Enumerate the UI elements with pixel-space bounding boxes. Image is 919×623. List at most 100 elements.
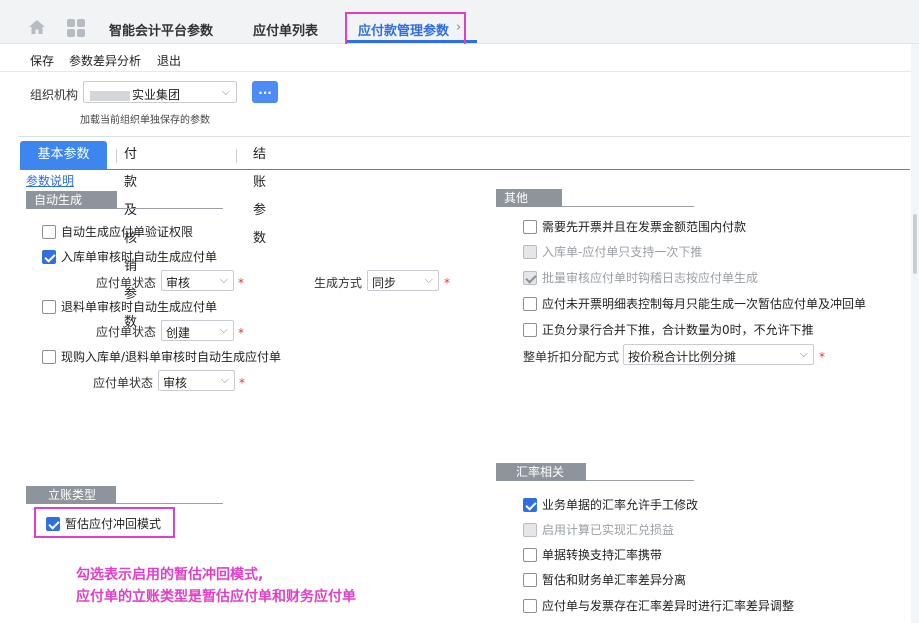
annotation-text-line2: 应付单的立账类型是暂估应付单和财务应付单: [76, 589, 356, 605]
subtab-payment-params[interactable]: 付款及核销参数: [124, 141, 137, 330]
action-toolbar: 保存 参数差异分析 退出: [0, 44, 919, 72]
chevron-down-icon: ⌵: [799, 347, 808, 360]
chevron-down-icon: ⌵: [219, 323, 228, 336]
option-label: 单据转换支持汇率携带: [542, 548, 663, 562]
field-label-discount: 整单折扣分配方式: [523, 350, 620, 364]
subtab-basic-params[interactable]: 基本参数: [20, 141, 107, 169]
annotation-text-line1: 勾选表示启用的暂估冲回模式,: [76, 567, 264, 583]
checkbox[interactable]: [523, 547, 537, 562]
save-button[interactable]: 保存: [30, 52, 54, 69]
option-realized-fx-gain: 启用计算已实现汇兑损益: [523, 521, 674, 538]
param-diff-analysis-button[interactable]: 参数差异分析: [69, 52, 141, 69]
section-divider: [562, 206, 694, 207]
checkbox[interactable]: [523, 322, 537, 337]
section-divider: [586, 480, 694, 481]
checkbox-disabled-checked: [523, 270, 537, 285]
section-divider: [116, 503, 223, 504]
status-select-receipt[interactable]: 审核 ⌵: [161, 270, 234, 291]
home-icon[interactable]: [28, 18, 46, 36]
annotation-highlight-box: [34, 507, 175, 538]
required-mark: *: [819, 350, 825, 364]
annotation-highlight-tab: [345, 12, 466, 47]
required-mark: *: [239, 376, 245, 390]
checkbox[interactable]: [523, 572, 537, 587]
option-label: 现购入库单/退料单审核时自动生成应付单: [61, 350, 282, 364]
option-auto-verify-permission[interactable]: 自动生成应付单验证权限: [42, 223, 193, 240]
checkbox-disabled: [523, 522, 537, 537]
select-value: 审核: [163, 376, 188, 390]
chevron-down-icon: ⌵: [424, 273, 433, 286]
option-label: 入库单审核时自动生成应付单: [61, 250, 218, 264]
option-uninvoiced-monthly-control[interactable]: 应付未开票明细表控制每月只能生成一次暂估应付单及冲回单: [523, 295, 866, 312]
checkbox-checked[interactable]: [523, 497, 537, 512]
section-exchange-rate-title: 汇率相关: [496, 463, 586, 481]
option-rate-carry-over[interactable]: 单据转换支持汇率携带: [523, 546, 662, 563]
checkbox[interactable]: [42, 299, 56, 314]
section-other-title: 其他: [496, 189, 562, 207]
option-label: 入库单-应付单只支持一次下推: [542, 245, 703, 259]
org-select[interactable]: 实业集团 ⌵: [83, 81, 237, 103]
option-auto-on-return[interactable]: 退料单审核时自动生成应付单: [42, 298, 217, 315]
discount-method-select[interactable]: 按价税合计比例分摊 ⌵: [623, 344, 814, 365]
option-label: 应付未开票明细表控制每月只能生成一次暂估应付单及冲回单: [542, 297, 867, 311]
option-auto-on-cash-purchase[interactable]: 现购入库单/退料单审核时自动生成应付单: [42, 348, 281, 365]
org-hint-text: 加载当前组织单独保存的参数: [80, 115, 210, 126]
select-value: 创建: [166, 326, 191, 340]
exit-button[interactable]: 退出: [157, 52, 181, 69]
subtab-divider: [116, 149, 117, 163]
method-select[interactable]: 同步 ⌵: [367, 270, 439, 291]
option-label: 退料单审核时自动生成应付单: [61, 300, 218, 314]
select-value: 审核: [166, 276, 191, 290]
tab-payable-list[interactable]: 应付单列表: [253, 20, 318, 39]
section-divider: [117, 208, 223, 209]
option-label: 需要先开票并且在发票金额范围内付款: [542, 220, 747, 234]
chevron-down-icon: ⌵: [221, 85, 230, 98]
option-rate-diff-separation[interactable]: 暂估和财务单汇率差异分离: [523, 571, 686, 588]
checkbox-disabled: [523, 244, 537, 259]
option-merge-entries-push[interactable]: 正负分录行合并下推，合计数量为0时，不允许下推: [523, 321, 814, 338]
option-auto-on-receipt[interactable]: 入库单审核时自动生成应付单: [42, 248, 217, 265]
chevron-down-icon: ⌵: [219, 273, 228, 286]
tab-accounting-platform-params[interactable]: 智能会计平台参数: [109, 20, 213, 39]
field-label-status: 应付单状态: [96, 276, 157, 290]
field-label-status: 应付单状态: [93, 376, 154, 390]
checkbox[interactable]: [42, 224, 56, 239]
option-label: 暂估和财务单汇率差异分离: [542, 573, 687, 587]
org-lookup-button[interactable]: ...: [252, 81, 278, 103]
scrollbar-thumb[interactable]: [913, 214, 917, 274]
status-select-cash-purchase[interactable]: 审核 ⌵: [158, 370, 235, 391]
option-label: 启用计算已实现汇兑损益: [542, 523, 675, 537]
required-mark: *: [238, 276, 244, 290]
status-select-return[interactable]: 创建 ⌵: [161, 320, 234, 341]
checkbox[interactable]: [523, 598, 537, 613]
field-label-status: 应付单状态: [96, 325, 157, 339]
required-mark: *: [444, 276, 450, 290]
param-help-link[interactable]: 参数说明: [26, 172, 74, 189]
option-manual-rate-edit[interactable]: 业务单据的汇率允许手工修改: [523, 496, 698, 513]
vertical-scrollbar[interactable]: [911, 44, 919, 623]
org-label: 组织机构: [30, 88, 79, 102]
select-value: 同步: [372, 276, 397, 290]
option-receipt-single-push: 入库单-应付单只支持一次下推: [523, 243, 702, 260]
option-label: 正负分录行合并下推，合计数量为0时，不允许下推: [542, 323, 814, 337]
option-label: 批量审核应付单时钩稽日志按应付单生成: [542, 271, 759, 285]
section-account-type-title: 立账类型: [26, 486, 116, 504]
checkbox[interactable]: [523, 296, 537, 311]
subtab-underline: [20, 169, 910, 170]
chevron-down-icon: ⌵: [220, 373, 229, 386]
checkbox-checked[interactable]: [42, 249, 56, 264]
apps-grid-icon[interactable]: [67, 19, 85, 37]
option-invoice-before-payment[interactable]: 需要先开票并且在发票金额范围内付款: [523, 218, 746, 235]
option-label: 业务单据的汇率允许手工修改: [542, 498, 699, 512]
redacted-text: [90, 90, 130, 101]
select-value: 按价税合计比例分摊: [628, 350, 737, 364]
required-mark: *: [238, 326, 244, 340]
option-rate-diff-adjustment[interactable]: 应付单与发票存在汇率差异时进行汇率差异调整: [523, 597, 794, 614]
subtab-divider: [236, 149, 237, 163]
checkbox[interactable]: [523, 219, 537, 234]
option-label: 自动生成应付单验证权限: [61, 225, 194, 239]
checkbox[interactable]: [42, 349, 56, 364]
subtab-closing-params[interactable]: 结账参数: [253, 141, 266, 246]
section-auto-generate-title: 自动生成: [26, 191, 117, 209]
org-value: 实业集团: [132, 88, 181, 102]
